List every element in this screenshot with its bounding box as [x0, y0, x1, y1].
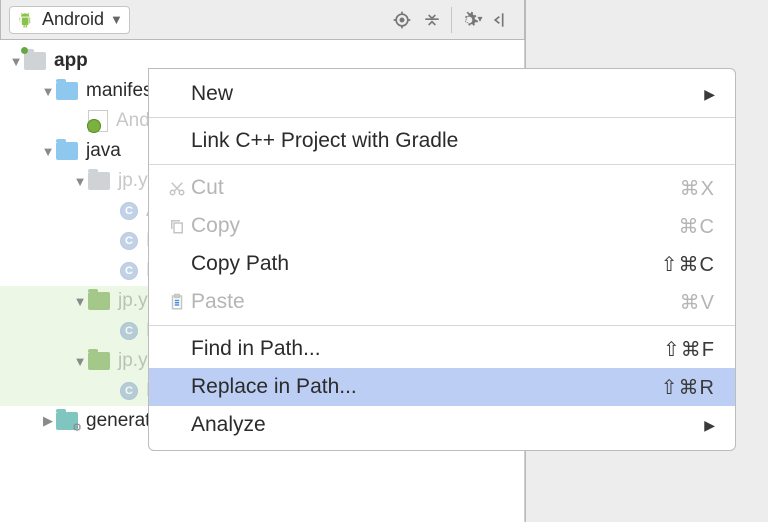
- view-selector-label: Android: [42, 9, 104, 30]
- expand-arrow-icon[interactable]: ▼: [40, 144, 56, 159]
- class-icon: [120, 322, 138, 340]
- tree-label: java: [86, 140, 121, 162]
- menu-item-replace-in-path[interactable]: Replace in Path... ⇧⌘R: [149, 368, 735, 406]
- menu-shortcut: ⌘X: [680, 176, 715, 201]
- expand-arrow-icon[interactable]: ▼: [72, 354, 88, 369]
- menu-item-paste[interactable]: Paste ⌘V: [149, 283, 735, 321]
- android-icon: [16, 10, 36, 30]
- menu-shortcut: ⇧⌘F: [663, 337, 715, 362]
- folder-icon: [56, 142, 78, 160]
- class-icon: [120, 232, 138, 250]
- menu-item-new[interactable]: New ▶: [149, 75, 735, 113]
- test-package-icon: [88, 292, 110, 310]
- expand-arrow-icon[interactable]: ▼: [40, 84, 56, 99]
- paste-icon: [163, 293, 191, 311]
- menu-label: Copy Path: [191, 252, 661, 276]
- menu-label: Find in Path...: [191, 337, 663, 361]
- context-menu: New ▶ Link C++ Project with Gradle Cut ⌘…: [148, 68, 736, 451]
- expand-arrow-icon[interactable]: ▶: [40, 413, 56, 429]
- chevron-down-icon: ▾: [477, 14, 482, 25]
- expand-arrow-icon[interactable]: ▼: [72, 174, 88, 189]
- menu-label: Paste: [191, 290, 680, 314]
- expand-arrow-icon[interactable]: ▼: [8, 54, 24, 69]
- generated-folder-icon: [56, 412, 78, 430]
- menu-item-copy[interactable]: Copy ⌘C: [149, 207, 735, 245]
- menu-shortcut: ⌘V: [680, 290, 715, 315]
- menu-label: Analyze: [191, 413, 704, 437]
- expand-arrow-icon[interactable]: ▼: [72, 294, 88, 309]
- collapse-all-button[interactable]: [417, 5, 447, 35]
- menu-label: Copy: [191, 214, 679, 238]
- menu-shortcut: ⇧⌘R: [661, 375, 715, 400]
- module-icon: [24, 52, 46, 70]
- menu-item-analyze[interactable]: Analyze ▶: [149, 406, 735, 444]
- chevron-down-icon: ▼: [110, 12, 123, 27]
- manifest-file-icon: [88, 110, 108, 132]
- menu-shortcut: ⌘C: [679, 214, 715, 239]
- menu-label: Link C++ Project with Gradle: [191, 129, 715, 153]
- test-package-icon: [88, 352, 110, 370]
- submenu-arrow-icon: ▶: [704, 86, 715, 103]
- menu-label: New: [191, 82, 704, 106]
- tree-label: app: [54, 50, 88, 72]
- menu-item-copy-path[interactable]: Copy Path ⇧⌘C: [149, 245, 735, 283]
- toolbar-divider: [451, 7, 452, 33]
- class-icon: [120, 382, 138, 400]
- cut-icon: [163, 179, 191, 197]
- view-selector[interactable]: Android ▼: [9, 6, 130, 34]
- submenu-arrow-icon: ▶: [704, 417, 715, 434]
- hide-panel-button[interactable]: [486, 5, 516, 35]
- class-icon: [120, 202, 138, 220]
- menu-item-find-in-path[interactable]: Find in Path... ⇧⌘F: [149, 330, 735, 368]
- class-icon: [120, 262, 138, 280]
- menu-item-cut[interactable]: Cut ⌘X: [149, 169, 735, 207]
- menu-label: Cut: [191, 176, 680, 200]
- package-icon: [88, 172, 110, 190]
- menu-item-link-cpp[interactable]: Link C++ Project with Gradle: [149, 122, 735, 160]
- folder-icon: [56, 82, 78, 100]
- menu-separator: [149, 325, 735, 326]
- menu-separator: [149, 164, 735, 165]
- copy-icon: [163, 217, 191, 235]
- menu-label: Replace in Path...: [191, 375, 661, 399]
- project-toolbar: Android ▼ ▾: [0, 0, 525, 40]
- menu-shortcut: ⇧⌘C: [661, 252, 715, 277]
- target-button[interactable]: [387, 5, 417, 35]
- settings-button[interactable]: ▾: [456, 5, 486, 35]
- menu-separator: [149, 117, 735, 118]
